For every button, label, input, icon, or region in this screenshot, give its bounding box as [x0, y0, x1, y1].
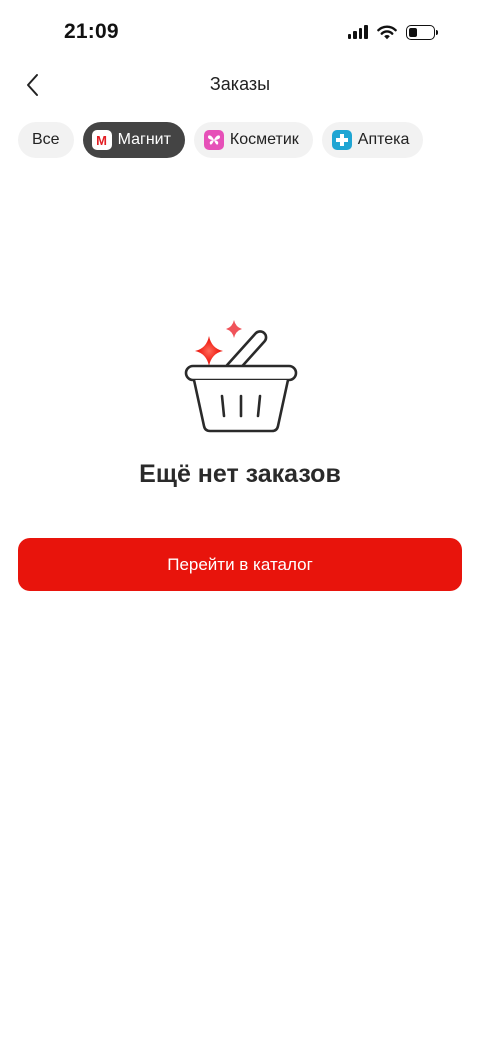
chip-label: Аптека	[357, 131, 410, 148]
empty-state-title: Ещё нет заказов	[139, 460, 341, 488]
signal-icon	[347, 25, 368, 39]
header: Заказы	[0, 62, 480, 108]
battery-level	[408, 27, 417, 37]
battery-icon	[405, 24, 438, 40]
chip-label: Косметик	[229, 131, 299, 148]
chip-magnit[interactable]: M Магнит	[82, 122, 185, 158]
orders-screen: 21:09 Заказы Все M Магнит Косметик Аптек…	[0, 0, 480, 1041]
chip-pharmacy[interactable]: Аптека	[321, 122, 424, 158]
chip-all[interactable]: Все	[18, 122, 74, 158]
wifi-icon	[376, 25, 397, 40]
page-title: Заказы	[209, 74, 271, 94]
store-filter-chips: Все M Магнит Косметик Аптека	[18, 122, 424, 158]
status-time: 21:09	[64, 20, 119, 43]
status-bar: 21:09	[0, 0, 480, 64]
go-to-catalog-button[interactable]: Перейти в каталог	[18, 538, 462, 591]
chip-label: Все	[32, 131, 60, 148]
basket-with-sparkles-icon	[184, 320, 298, 433]
medical-cross-icon	[331, 130, 352, 150]
butterfly-icon	[203, 130, 224, 150]
status-icons	[347, 22, 438, 42]
chip-cosmetic[interactable]: Косметик	[193, 122, 313, 158]
magnit-logo-icon: M	[91, 130, 112, 150]
chip-label: Магнит	[117, 131, 171, 148]
